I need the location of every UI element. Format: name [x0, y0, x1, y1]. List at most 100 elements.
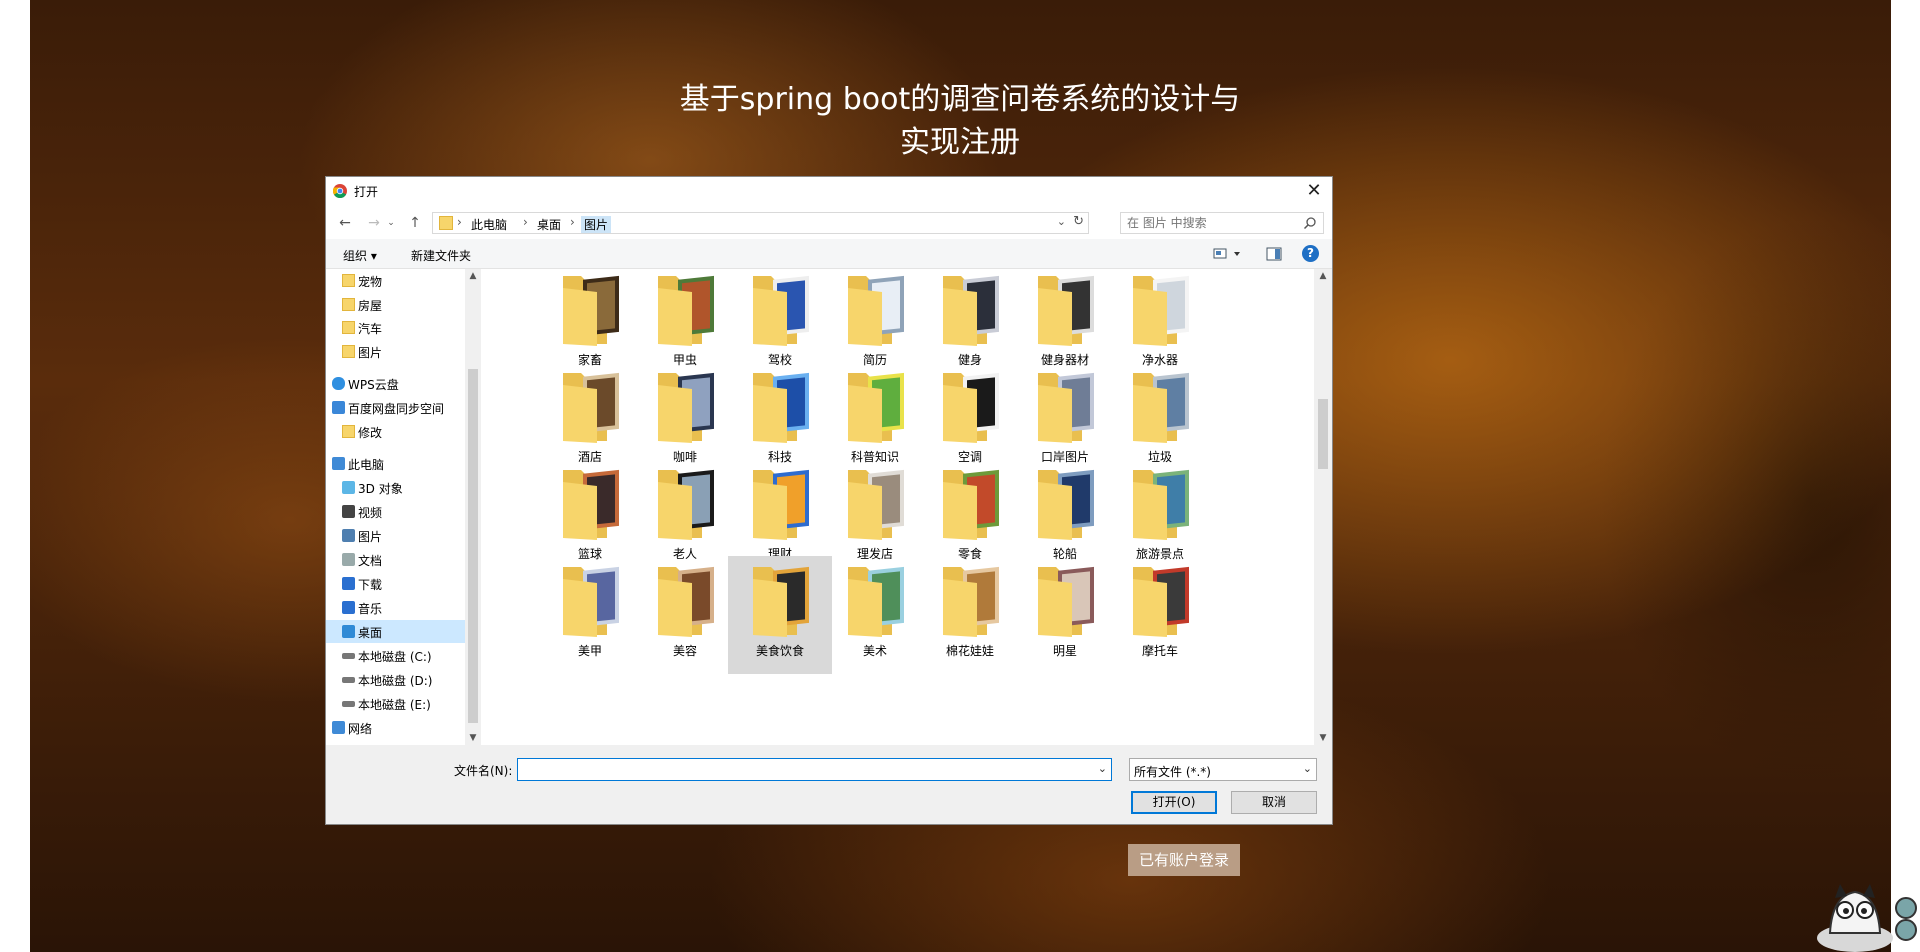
desktop-icon: [342, 625, 355, 638]
folder-thumbnail-icon: [658, 372, 714, 443]
organize-menu-button[interactable]: 组织 ▾: [343, 247, 377, 264]
folder-item[interactable]: 明星: [1013, 556, 1117, 674]
recent-locations-chevron-icon[interactable]: ⌄: [382, 214, 400, 232]
sidebar-item[interactable]: 文档: [326, 548, 465, 571]
folder-thumbnail-icon: [848, 372, 904, 443]
address-bar[interactable]: › 此电脑 › 桌面 › 图片 ⌄ ↻: [432, 212, 1089, 234]
breadcrumb-desktop[interactable]: 桌面: [537, 216, 561, 233]
scroll-down-icon[interactable]: ▼: [465, 731, 481, 745]
scroll-up-icon[interactable]: ▲: [1315, 269, 1331, 283]
folder-thumbnail-icon: [848, 469, 904, 540]
sidebar-item-label: 此电脑: [348, 458, 385, 472]
music-icon: [342, 601, 355, 614]
filetype-select[interactable]: 所有文件 (*.*) ⌄: [1129, 758, 1317, 781]
sidebar-item[interactable]: 网络: [326, 716, 465, 739]
sidebar-item[interactable]: 修改: [326, 420, 465, 443]
drive-icon: [342, 653, 355, 659]
folder-name: 美术: [862, 644, 887, 658]
folder-name: 摩托车: [1141, 644, 1178, 658]
sidebar-item[interactable]: 此电脑: [326, 452, 465, 475]
forward-arrow-icon[interactable]: →: [365, 214, 383, 232]
search-input[interactable]: [1127, 215, 1297, 231]
folder-item[interactable]: 美甲: [538, 556, 642, 674]
folder-item[interactable]: 摩托车: [1108, 556, 1212, 674]
folder-thumbnail-icon: [1133, 566, 1189, 637]
sidebar-item[interactable]: 音乐: [326, 596, 465, 619]
sidebar-item-label: 下载: [358, 578, 383, 592]
open-button[interactable]: 打开(O): [1131, 791, 1217, 814]
sidebar-item-label: 汽车: [358, 322, 383, 336]
chevron-right-icon: ›: [523, 215, 528, 229]
network-icon: [332, 721, 345, 734]
login-link-button[interactable]: 已有账户登录: [1128, 844, 1240, 876]
cancel-button[interactable]: 取消: [1231, 791, 1317, 814]
folder-thumbnail-icon: [848, 275, 904, 346]
sidebar-item[interactable]: 房屋: [326, 293, 465, 316]
chevron-down-icon[interactable]: ⌄: [1303, 762, 1312, 775]
scrollbar-thumb[interactable]: [1318, 399, 1328, 469]
folder-item[interactable]: 美容: [633, 556, 737, 674]
folder-item[interactable]: 棉花娃娃: [918, 556, 1022, 674]
sidebar-item[interactable]: 本地磁盘 (D:): [326, 668, 465, 691]
filename-label: 文件名(N):: [454, 764, 513, 778]
sidebar-item[interactable]: 本地磁盘 (C:): [326, 644, 465, 667]
scroll-up-icon[interactable]: ▲: [465, 269, 481, 283]
folder-thumbnail-icon: [848, 566, 904, 637]
sidebar-item[interactable]: 汽车: [326, 316, 465, 339]
folder-thumbnail-icon: [943, 566, 999, 637]
sidebar-item[interactable]: 本地磁盘 (E:): [326, 692, 465, 715]
sidebar-item-label: 修改: [358, 426, 383, 440]
sidebar-item[interactable]: 百度网盘同步空间: [326, 396, 465, 419]
folder-item[interactable]: 美食饮食: [728, 556, 832, 674]
preview-pane-icon[interactable]: [1266, 246, 1282, 262]
file-list-scrollbar[interactable]: ▲ ▼: [1314, 269, 1332, 745]
sidebar-item-label: 宠物: [358, 275, 383, 289]
sidebar-item[interactable]: 图片: [326, 524, 465, 547]
search-icon[interactable]: [1303, 216, 1317, 230]
back-arrow-icon[interactable]: ←: [336, 214, 354, 232]
chevron-down-icon[interactable]: ⌄: [1057, 215, 1066, 228]
folder-icon: [342, 298, 355, 311]
sidebar-item-label: 网络: [348, 722, 373, 736]
scroll-down-icon[interactable]: ▼: [1315, 731, 1331, 745]
sidebar-item[interactable]: 3D 对象: [326, 476, 465, 499]
navigation-pane-scrollbar[interactable]: ▲ ▼: [465, 269, 481, 745]
folder-thumbnail-icon: [658, 469, 714, 540]
file-list: 家畜 甲虫 驾校 简历 健身 健身器材 净水器 酒店 咖啡 科技 科普知识 空调 口岸图片 垃圾 篮球 老人理…: [481, 269, 1314, 745]
sidebar-item[interactable]: 视频: [326, 500, 465, 523]
sidebar-item-label: WPS云盘: [348, 378, 399, 392]
folder-thumbnail-icon: [563, 372, 619, 443]
folder-name: 美食饮食: [755, 644, 804, 658]
sidebar-item-label: 文档: [358, 554, 383, 568]
scrollbar-thumb[interactable]: [468, 369, 478, 723]
folder-thumbnail-icon: [563, 469, 619, 540]
folder-item[interactable]: 美术: [823, 556, 927, 674]
sidebar-item[interactable]: 图片: [326, 340, 465, 363]
folder-thumbnail-icon: [1038, 372, 1094, 443]
breadcrumb-pictures[interactable]: 图片: [581, 216, 612, 233]
sidebar-item[interactable]: 下载: [326, 572, 465, 595]
folder-thumbnail-icon: [563, 275, 619, 346]
refresh-icon[interactable]: ↻: [1073, 214, 1084, 229]
sync-icon: [332, 401, 345, 414]
sidebar-item[interactable]: WPS云盘: [326, 372, 465, 395]
up-arrow-icon[interactable]: ↑: [406, 214, 424, 232]
change-view-icon[interactable]: [1212, 246, 1246, 262]
filetype-value: 所有文件 (*.*): [1134, 765, 1211, 779]
filename-input[interactable]: ⌄: [517, 758, 1112, 781]
folder-thumbnail-icon: [943, 372, 999, 443]
search-box[interactable]: [1120, 212, 1324, 234]
help-icon[interactable]: ?: [1302, 245, 1319, 262]
close-button[interactable]: ✕: [1296, 177, 1332, 205]
folder-thumbnail-icon: [1038, 566, 1094, 637]
chrome-icon: [333, 184, 347, 198]
sidebar-item-label: 音乐: [358, 602, 383, 616]
sidebar-item[interactable]: 桌面: [326, 620, 465, 643]
sidebar-item[interactable]: 宠物: [326, 269, 465, 292]
chevron-down-icon[interactable]: ⌄: [1098, 762, 1107, 775]
pictures-icon: [342, 529, 355, 542]
breadcrumb-this-pc[interactable]: 此电脑: [471, 216, 507, 233]
new-folder-button[interactable]: 新建文件夹: [411, 247, 471, 264]
folder-thumbnail-icon: [753, 275, 809, 346]
page-title: 基于spring boot的调查问卷系统的设计与 实现注册: [640, 78, 1280, 164]
